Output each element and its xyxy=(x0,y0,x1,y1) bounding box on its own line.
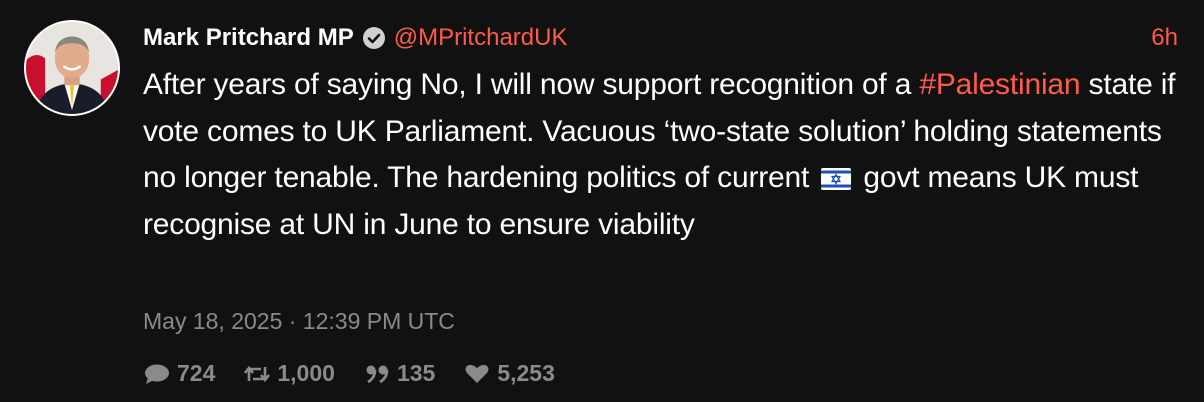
display-name[interactable]: Mark Pritchard MP xyxy=(143,24,354,52)
retweet-button[interactable]: 1,000 xyxy=(243,360,335,387)
verified-badge-icon xyxy=(362,26,386,50)
tweet-header: Mark Pritchard MP @MPritchardUK 6h xyxy=(143,22,1178,54)
like-count: 5,253 xyxy=(497,360,555,386)
avatar[interactable] xyxy=(24,20,120,116)
tweet-text-part: After years of saying No, I will now sup… xyxy=(143,68,920,101)
tweet-stats: 724 1,000 135 5,253 xyxy=(143,360,583,387)
reply-button[interactable]: 724 xyxy=(143,360,215,387)
tweet-timestamp[interactable]: May 18, 2025 · 12:39 PM UTC xyxy=(143,308,455,335)
tweet-text: After years of saying No, I will now sup… xyxy=(143,62,1183,248)
comment-icon xyxy=(145,364,169,384)
like-button[interactable]: 5,253 xyxy=(463,360,555,387)
quote-button[interactable]: 135 xyxy=(363,360,435,387)
user-handle-link[interactable]: @MPritchardUK xyxy=(394,24,568,52)
quote-count: 135 xyxy=(396,360,436,386)
quote-icon xyxy=(366,365,389,383)
hashtag-link[interactable]: #Palestinian xyxy=(919,68,1080,101)
retweet-count: 1,000 xyxy=(277,360,335,386)
relative-time-link[interactable]: 6h xyxy=(1151,24,1178,52)
tweet-card: Mark Pritchard MP @MPritchardUK 6h After… xyxy=(0,0,1204,402)
avatar-image xyxy=(26,22,118,114)
reply-count: 724 xyxy=(177,360,216,386)
heart-icon xyxy=(465,364,489,383)
israel-flag-icon xyxy=(821,168,852,190)
retweet-icon xyxy=(244,365,271,382)
